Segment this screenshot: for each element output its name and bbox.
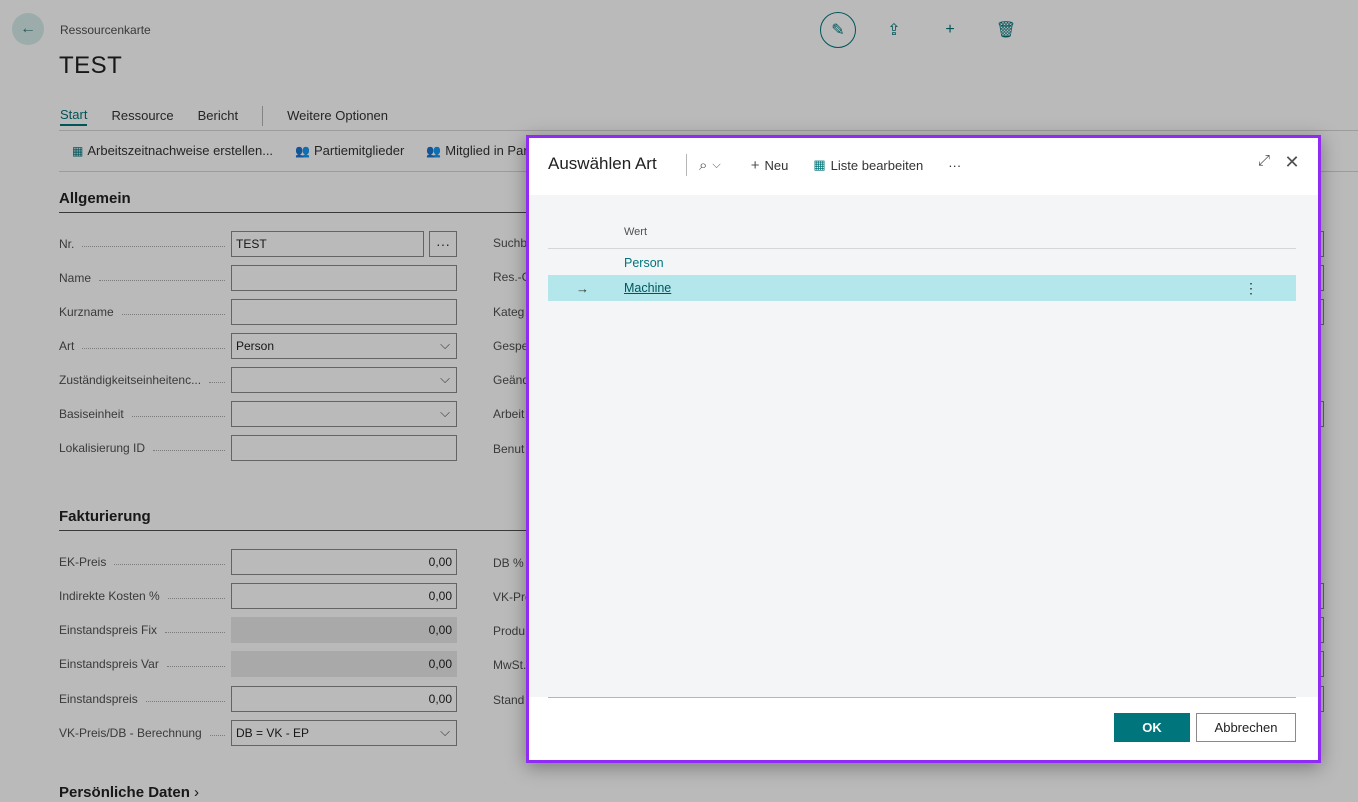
more-options-button[interactable]: ··· <box>948 158 961 173</box>
header-divider <box>686 154 687 176</box>
dialog-header: Auswählen Art ⌕ ⌵ + Neu ▦ Liste bearbeiten … <box>529 138 1318 195</box>
header-line <box>548 248 1296 249</box>
edit-list-label: Liste bearbeiten <box>830 157 924 173</box>
list-row-person[interactable]: Person <box>548 250 1296 276</box>
search-button[interactable]: ⌕ ⌵ <box>699 157 726 174</box>
list-row-machine[interactable]: → Machine ⋮ <box>548 275 1296 301</box>
row-menu-icon[interactable]: ⋮ <box>1244 280 1258 297</box>
arrow-right-icon: → <box>576 280 589 296</box>
new-button[interactable]: + Neu <box>751 157 789 174</box>
window-controls: ⤢ ✕ <box>1250 152 1318 173</box>
row-value[interactable]: Person <box>624 256 664 270</box>
plus-icon: + <box>750 156 760 174</box>
edit-list-icon: ▦ <box>813 157 826 172</box>
column-header-wert[interactable]: Wert <box>624 226 647 238</box>
cancel-button[interactable]: Abbrechen <box>1196 713 1296 742</box>
dialog-toolbar: ⌕ ⌵ + Neu ▦ Liste bearbeiten ··· <box>699 154 986 176</box>
footer-divider <box>548 697 1296 698</box>
select-art-dialog: Auswählen Art ⌕ ⌵ + Neu ▦ Liste bearbeiten … <box>526 135 1321 763</box>
edit-list-button[interactable]: ▦ Liste bearbeiten <box>813 157 923 173</box>
search-icon: ⌕ <box>699 156 708 174</box>
chevron-down-icon: ⌵ <box>712 158 721 171</box>
new-label: Neu <box>764 157 789 173</box>
dialog-title: Auswählen Art <box>548 154 657 173</box>
expand-icon[interactable]: ⤢ <box>1250 152 1278 173</box>
ok-button[interactable]: OK <box>1114 713 1190 742</box>
dialog-list: Wert Person → Machine ⋮ <box>529 195 1318 697</box>
close-icon[interactable]: ✕ <box>1278 152 1306 173</box>
row-value[interactable]: Machine <box>624 281 671 295</box>
